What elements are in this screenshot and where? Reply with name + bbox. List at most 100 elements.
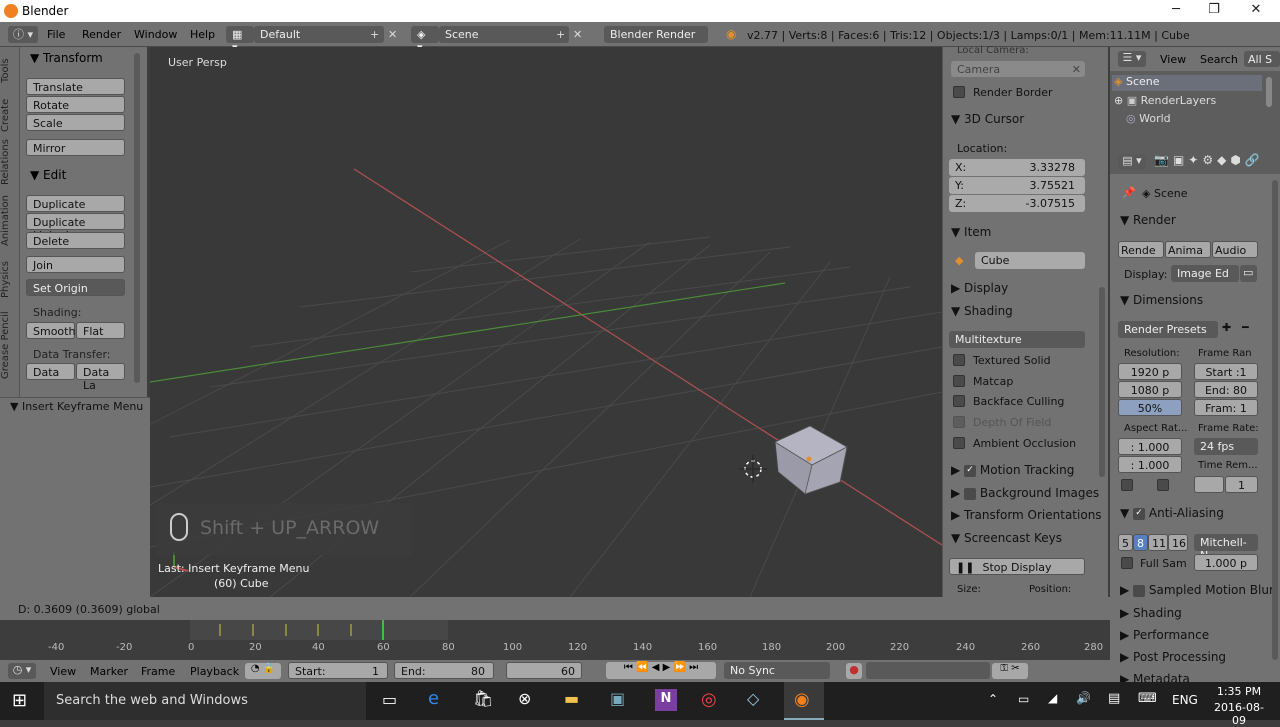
matcap-checkbox[interactable]	[953, 375, 965, 387]
scale-button[interactable]: Scale	[26, 114, 125, 131]
tab-relations[interactable]: Relations	[0, 139, 20, 185]
close-button[interactable]: ✕	[1236, 2, 1276, 17]
background-images-checkbox[interactable]	[964, 487, 977, 500]
properties-scrollbar[interactable]	[1272, 180, 1278, 660]
edit-panel-header[interactable]: ▼ Edit	[30, 168, 66, 182]
outliner-row-scene[interactable]: ◈ Scene	[1112, 75, 1262, 91]
render-panel-header[interactable]: ▼ Render	[1120, 213, 1176, 227]
aa-samples-11[interactable]: 11	[1148, 534, 1168, 551]
timeline[interactable]: -40 -20 0 20 40 60 80 100 120 140 160 18…	[0, 620, 1110, 660]
outliner-search-menu[interactable]: Search	[1200, 53, 1238, 66]
volume-icon[interactable]: 🔊	[1076, 691, 1091, 705]
crop-checkbox[interactable]	[1157, 479, 1169, 491]
shading-props-header[interactable]: ▶ Shading	[1120, 606, 1182, 620]
add-layout-icon[interactable]: +	[370, 28, 379, 41]
search-box[interactable]: Search the web and Windows	[44, 682, 366, 720]
resolution-y-field[interactable]: 1080 p	[1118, 381, 1182, 398]
timeline-editor-icon[interactable]: ◷ ▾	[8, 663, 36, 679]
remove-scene-icon[interactable]: ✕	[573, 28, 582, 41]
properties-context-tabs[interactable]: 📷▣✦⚙◆⬢🔗	[1154, 153, 1264, 167]
scene-selector[interactable]: Scene	[439, 26, 569, 43]
chrome-icon[interactable]: ◎	[701, 689, 717, 710]
shading-panel-header[interactable]: ▼ Shading	[951, 304, 1013, 318]
mirror-button[interactable]: Mirror	[26, 139, 125, 156]
app-icon[interactable]: ◇	[747, 689, 759, 708]
preview-range-icon[interactable]: ◔ 🔒	[245, 663, 281, 679]
frame-step-field[interactable]: Fram: 1	[1194, 399, 1258, 416]
timeline-marker-menu[interactable]: Marker	[90, 665, 128, 678]
outliner-row-renderlayers[interactable]: ⊕ ▣ RenderLayers	[1114, 94, 1216, 107]
set-origin-select[interactable]: Set Origin	[26, 279, 125, 296]
message-icon[interactable]: ▤	[1108, 691, 1120, 706]
aspect-y-field[interactable]: : 1.000	[1118, 456, 1182, 473]
render-audio-button[interactable]: Audio	[1212, 241, 1258, 258]
minimize-button[interactable]: ─	[1156, 2, 1196, 17]
editor-type-icon[interactable]: ⓘ ▾	[8, 26, 38, 43]
post-processing-header[interactable]: ▶ Post Processing	[1120, 650, 1226, 664]
anti-aliasing-panel-header[interactable]: ▼ ✓ Anti-Aliasing	[1120, 506, 1224, 520]
display-panel-header[interactable]: ▶ Display	[951, 281, 1008, 295]
layout-icon[interactable]: ▦ ▾	[226, 26, 254, 54]
restore-button[interactable]: ❐	[1194, 2, 1234, 17]
npanel-scrollbar[interactable]	[1099, 287, 1105, 477]
clock-date[interactable]: 2016-08-09	[1210, 701, 1268, 727]
layout-selector[interactable]: Default	[254, 26, 384, 43]
render-presets-select[interactable]: Render Presets	[1118, 321, 1218, 338]
task-view-icon[interactable]: ▭	[382, 690, 397, 709]
anti-aliasing-checkbox[interactable]: ✓	[1133, 507, 1146, 520]
aa-samples-16[interactable]: 16	[1168, 534, 1188, 551]
data-layout-button[interactable]: Data La	[76, 363, 125, 392]
current-frame-field[interactable]: 60	[506, 662, 582, 679]
language-indicator[interactable]: ENG	[1172, 693, 1198, 707]
remove-preset-icon[interactable]: ━	[1242, 321, 1249, 334]
render-engine-select[interactable]: Blender Render	[604, 26, 708, 43]
clock-time[interactable]: 1:35 PM	[1214, 685, 1264, 698]
item-panel-header[interactable]: ▼ Item	[951, 225, 991, 239]
tab-physics[interactable]: Physics	[0, 257, 20, 303]
start-frame-field[interactable]: Start: 1	[288, 662, 388, 679]
dimensions-panel-header[interactable]: ▼ Dimensions	[1120, 293, 1203, 307]
stop-display-button[interactable]: ❚❚ Stop Display	[949, 558, 1085, 575]
3d-viewport[interactable]: User Persp Shift + UP_ARROW Last: Insert…	[150, 47, 942, 597]
aa-samples-8[interactable]: 8	[1133, 534, 1148, 551]
playback-controls[interactable]: ⏮ ⏪ ◀ ▶ ⏩ ⏭	[606, 662, 716, 679]
tab-animation[interactable]: Animation	[0, 193, 20, 249]
tab-tools[interactable]: Tools	[0, 55, 20, 87]
battery-icon[interactable]: ▭	[1018, 692, 1029, 706]
duplicate-linked-button[interactable]: Duplicate Linked	[26, 213, 125, 242]
store-icon[interactable]: 🛍	[473, 689, 493, 708]
cursor-x-field[interactable]: X: 3.33278	[949, 159, 1085, 176]
add-preset-icon[interactable]: ✚	[1222, 321, 1231, 334]
display-mode-select[interactable]: Image Ed	[1171, 265, 1239, 282]
frame-end-field[interactable]: End: 80	[1194, 381, 1258, 398]
frame-start-field[interactable]: Start :1	[1194, 363, 1258, 380]
record-icon[interactable]: ●	[846, 663, 862, 679]
file-explorer-icon[interactable]: ▬	[564, 689, 579, 708]
keyframe-insert-icon[interactable]: ⚿ ✂	[992, 663, 1028, 679]
tab-create[interactable]: Create	[0, 95, 20, 135]
edge-icon[interactable]: e	[428, 688, 439, 709]
windows-start-icon[interactable]: ⊞	[12, 690, 27, 711]
smooth-button[interactable]: Smooth	[26, 322, 75, 339]
render-animation-button[interactable]: Anima	[1165, 241, 1211, 258]
remove-layout-icon[interactable]: ✕	[388, 28, 397, 41]
display-lock-icon[interactable]: ▭	[1240, 265, 1257, 282]
timeline-canvas[interactable]	[0, 620, 1110, 660]
timeline-playback-menu[interactable]: Playback	[190, 665, 239, 678]
menu-file[interactable]: File	[47, 28, 65, 41]
duplicate-button[interactable]: Duplicate	[26, 195, 125, 212]
cube-object[interactable]	[774, 425, 848, 495]
show-hidden-icons[interactable]: ⌃	[988, 692, 998, 706]
end-frame-field[interactable]: End: 80	[394, 662, 494, 679]
sampled-motion-blur-header[interactable]: ▶ Sampled Motion Blur	[1120, 583, 1274, 597]
sync-mode-select[interactable]: No Sync	[724, 662, 830, 679]
app-icon[interactable]: ▣	[610, 689, 625, 708]
scene-icon[interactable]: ◈ ▾	[411, 26, 439, 54]
outliner-row-world[interactable]: ◎ World	[1126, 112, 1171, 125]
aa-samples-5[interactable]: 5	[1118, 534, 1133, 551]
outliner-display-select[interactable]: All S	[1244, 51, 1280, 67]
xbox-icon[interactable]: ⊗	[518, 689, 531, 708]
depth-of-field-checkbox[interactable]	[953, 416, 965, 428]
background-images-panel-header[interactable]: ▶ Background Images	[951, 486, 1099, 500]
ambient-occlusion-checkbox[interactable]	[953, 437, 965, 449]
